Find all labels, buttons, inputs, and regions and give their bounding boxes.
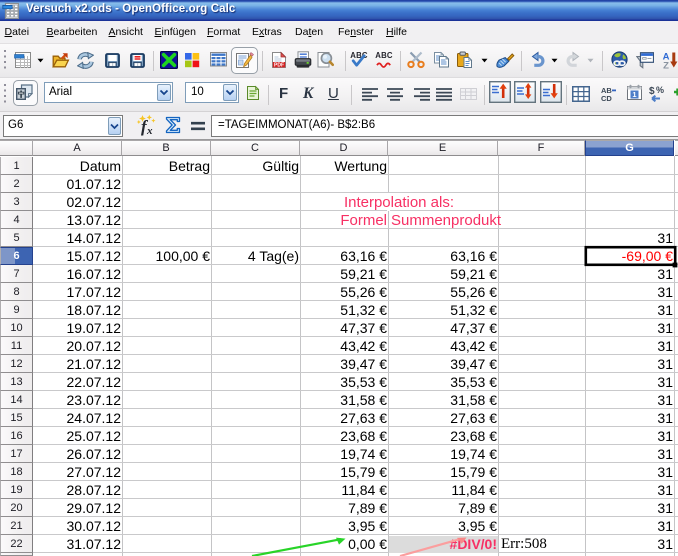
- svg-text:Z: Z: [663, 61, 669, 70]
- svg-text:$: $: [649, 86, 655, 97]
- svg-text:PDF: PDF: [274, 62, 284, 68]
- svg-text:x: x: [146, 125, 153, 136]
- svg-text:%: %: [656, 85, 664, 95]
- svg-text:1: 1: [632, 90, 636, 99]
- svg-text:CD: CD: [601, 94, 612, 102]
- svg-text:ABC: ABC: [375, 51, 393, 60]
